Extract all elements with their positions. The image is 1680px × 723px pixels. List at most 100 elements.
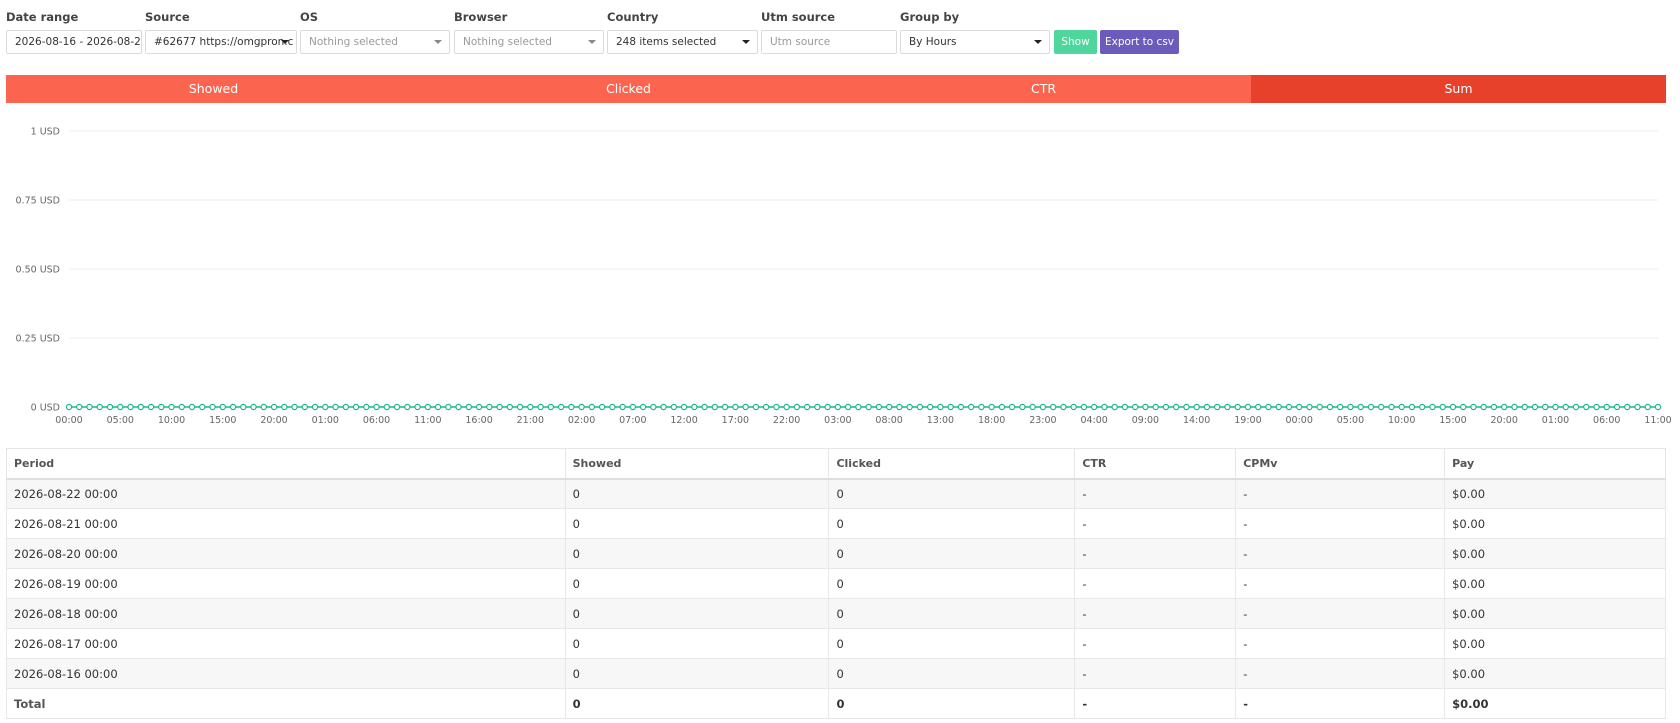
data-point[interactable] xyxy=(1234,403,1241,411)
data-point[interactable] xyxy=(1029,403,1036,411)
data-point[interactable] xyxy=(1531,403,1539,411)
data-point[interactable] xyxy=(855,403,862,411)
data-point[interactable] xyxy=(1326,403,1334,411)
data-point[interactable] xyxy=(424,403,432,411)
data-point[interactable] xyxy=(127,403,134,411)
data-point[interactable] xyxy=(465,403,473,411)
data-point[interactable] xyxy=(906,403,913,411)
data-point[interactable] xyxy=(1336,403,1344,411)
data-point[interactable] xyxy=(1501,403,1508,411)
data-point[interactable] xyxy=(475,403,483,411)
os-select[interactable]: Nothing selected xyxy=(300,30,450,54)
data-point[interactable] xyxy=(1213,403,1221,411)
data-point[interactable] xyxy=(998,403,1006,411)
data-point[interactable] xyxy=(1121,403,1129,411)
tab-showed[interactable]: Showed xyxy=(6,75,421,103)
data-point[interactable] xyxy=(291,403,298,411)
data-point[interactable] xyxy=(270,403,278,411)
data-point[interactable] xyxy=(516,403,524,411)
data-point[interactable] xyxy=(639,403,647,411)
data-point[interactable] xyxy=(588,403,596,411)
data-point[interactable] xyxy=(1367,403,1375,411)
data-point[interactable] xyxy=(557,403,565,411)
data-point[interactable] xyxy=(1357,403,1364,411)
data-point[interactable] xyxy=(158,403,165,411)
data-point[interactable] xyxy=(1224,403,1231,411)
data-point[interactable] xyxy=(434,403,442,411)
data-point[interactable] xyxy=(1080,403,1088,411)
data-point[interactable] xyxy=(1347,403,1354,411)
data-point[interactable] xyxy=(96,403,103,411)
data-point[interactable] xyxy=(414,403,421,411)
data-point[interactable] xyxy=(1070,403,1077,411)
tab-sum[interactable]: Sum xyxy=(1251,75,1666,103)
data-point[interactable] xyxy=(322,403,329,411)
data-point[interactable] xyxy=(1583,403,1590,411)
data-point[interactable] xyxy=(1644,403,1651,411)
data-point[interactable] xyxy=(619,403,626,411)
data-point[interactable] xyxy=(670,403,678,411)
data-point[interactable] xyxy=(1603,403,1610,411)
column-header-showed[interactable]: Showed xyxy=(564,448,830,480)
data-point[interactable] xyxy=(117,403,124,411)
data-point[interactable] xyxy=(1039,403,1047,411)
data-point[interactable] xyxy=(1203,403,1211,411)
data-point[interactable] xyxy=(803,403,811,411)
data-point[interactable] xyxy=(762,403,770,411)
data-point[interactable] xyxy=(281,403,288,411)
data-point[interactable] xyxy=(1142,403,1149,411)
data-point[interactable] xyxy=(404,403,411,411)
export-csv-button[interactable]: Export to csv xyxy=(1100,30,1179,54)
data-point[interactable] xyxy=(486,403,493,411)
data-point[interactable] xyxy=(106,403,114,411)
column-header-pay[interactable]: Pay xyxy=(1444,448,1666,480)
data-point[interactable] xyxy=(1449,403,1457,411)
data-point[interactable] xyxy=(824,403,831,411)
data-point[interactable] xyxy=(660,403,667,411)
data-point[interactable] xyxy=(506,403,514,411)
data-point[interactable] xyxy=(352,403,360,411)
data-point[interactable] xyxy=(1049,403,1057,411)
date-range-input[interactable]: 2026-08-16 - 2026-08-2 xyxy=(6,30,142,54)
data-point[interactable] xyxy=(1408,403,1416,411)
data-point[interactable] xyxy=(1183,403,1190,411)
data-point[interactable] xyxy=(188,403,196,411)
data-point[interactable] xyxy=(1285,403,1293,411)
data-point[interactable] xyxy=(1152,403,1159,411)
data-point[interactable] xyxy=(1378,403,1385,411)
utm-source-input[interactable]: Utm source xyxy=(761,30,897,54)
data-point[interactable] xyxy=(219,403,226,411)
data-point[interactable] xyxy=(363,403,370,411)
data-point[interactable] xyxy=(773,403,780,411)
data-point[interactable] xyxy=(168,403,175,411)
data-point[interactable] xyxy=(1419,403,1426,411)
data-point[interactable] xyxy=(1019,403,1026,411)
data-point[interactable] xyxy=(393,403,401,411)
data-point[interactable] xyxy=(209,403,216,411)
data-point[interactable] xyxy=(1521,403,1528,411)
tab-ctr[interactable]: CTR xyxy=(836,75,1251,103)
data-point[interactable] xyxy=(65,403,73,411)
data-point[interactable] xyxy=(865,403,872,411)
data-point[interactable] xyxy=(547,403,555,411)
data-point[interactable] xyxy=(1593,403,1600,411)
data-point[interactable] xyxy=(260,403,267,411)
data-point[interactable] xyxy=(1193,403,1200,411)
data-point[interactable] xyxy=(1090,403,1098,411)
data-point[interactable] xyxy=(1162,403,1170,411)
data-point[interactable] xyxy=(1572,403,1580,411)
data-point[interactable] xyxy=(301,403,308,411)
column-header-clicked[interactable]: Clicked xyxy=(828,448,1076,480)
data-point[interactable] xyxy=(947,403,954,411)
data-point[interactable] xyxy=(957,403,965,411)
data-point[interactable] xyxy=(1101,403,1108,411)
data-point[interactable] xyxy=(373,403,380,411)
data-point[interactable] xyxy=(1306,403,1313,411)
data-point[interactable] xyxy=(752,403,760,411)
data-point[interactable] xyxy=(1316,403,1323,411)
data-point[interactable] xyxy=(1131,403,1139,411)
data-point[interactable] xyxy=(1562,403,1569,411)
data-point[interactable] xyxy=(1388,403,1395,411)
browser-select[interactable]: Nothing selected xyxy=(454,30,604,54)
data-point[interactable] xyxy=(1480,403,1487,411)
